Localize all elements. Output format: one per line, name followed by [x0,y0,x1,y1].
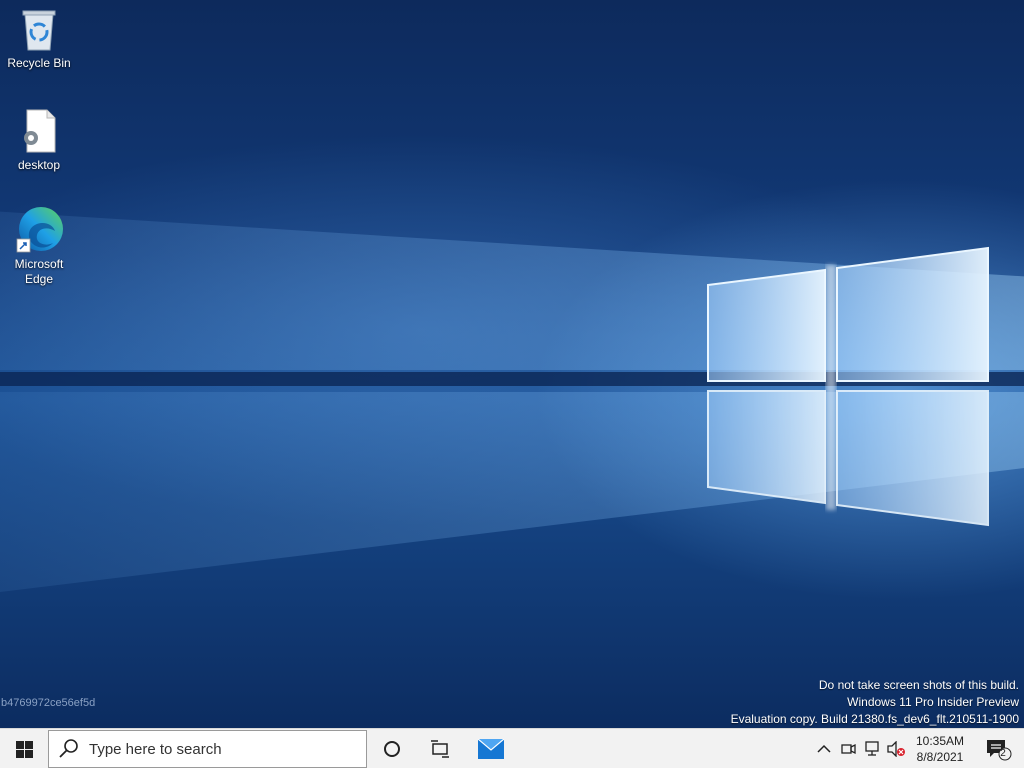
cortana-icon [384,741,400,757]
windows-logo-wallpaper [707,246,989,527]
watermark-line-1: Do not take screen shots of this build. [818,678,1019,692]
task-view-icon [431,740,449,758]
cortana-button[interactable] [368,729,416,769]
evaluation-watermark: Do not take screen shots of this build. … [731,677,1019,728]
volume-muted-icon [887,741,905,757]
network-button[interactable] [861,729,883,769]
network-icon [865,741,879,756]
mail-icon [478,739,504,759]
edge-icon [16,207,63,253]
camera-icon [841,743,856,755]
clock-date: 8/8/2021 [916,750,964,764]
search-placeholder: Type here to search [89,740,222,758]
icon-label: Recycle Bin [7,56,71,70]
desktop-icon-microsoft-edge[interactable]: Microsoft Edge [1,205,77,287]
action-center-button[interactable]: 2 [978,729,1018,769]
search-box[interactable]: Type here to search [48,730,367,768]
icon-label: desktop [17,158,61,172]
watermark-line-2: Windows 11 Pro Insider Preview [847,695,1019,709]
start-button[interactable] [0,729,48,769]
watermark-line-3: Evaluation copy. Build 21380.fs_dev6_flt… [730,712,1019,726]
search-icon [59,739,78,758]
icon-label: Microsoft Edge [14,257,64,286]
show-hidden-icons-button[interactable] [812,729,836,769]
clock-button[interactable]: 10:35AM 8/8/2021 [910,729,970,769]
desktop-icon-recycle-bin[interactable]: Recycle Bin [1,8,77,71]
taskbar: Type here to search 10:35AM 8/8/2021 2 [0,728,1024,768]
clock-time: 10:35AM [915,734,965,748]
windows-start-icon [15,740,33,758]
build-hash-text: b4769972ce56ef5d [1,697,96,709]
recycle-bin-icon [22,10,56,51]
volume-button[interactable] [884,729,908,769]
notification-count-badge: 2 [1000,748,1006,759]
task-view-button[interactable] [416,729,464,769]
settings-file-icon [24,109,56,153]
mail-app-button[interactable] [466,729,516,769]
desktop-icon-desktop-file[interactable]: desktop [1,108,77,173]
meet-now-button[interactable] [838,729,858,769]
chevron-up-icon [817,744,831,753]
desktop-background[interactable]: Recycle Bin desktop Microsoft Edge b4769… [0,0,1024,728]
